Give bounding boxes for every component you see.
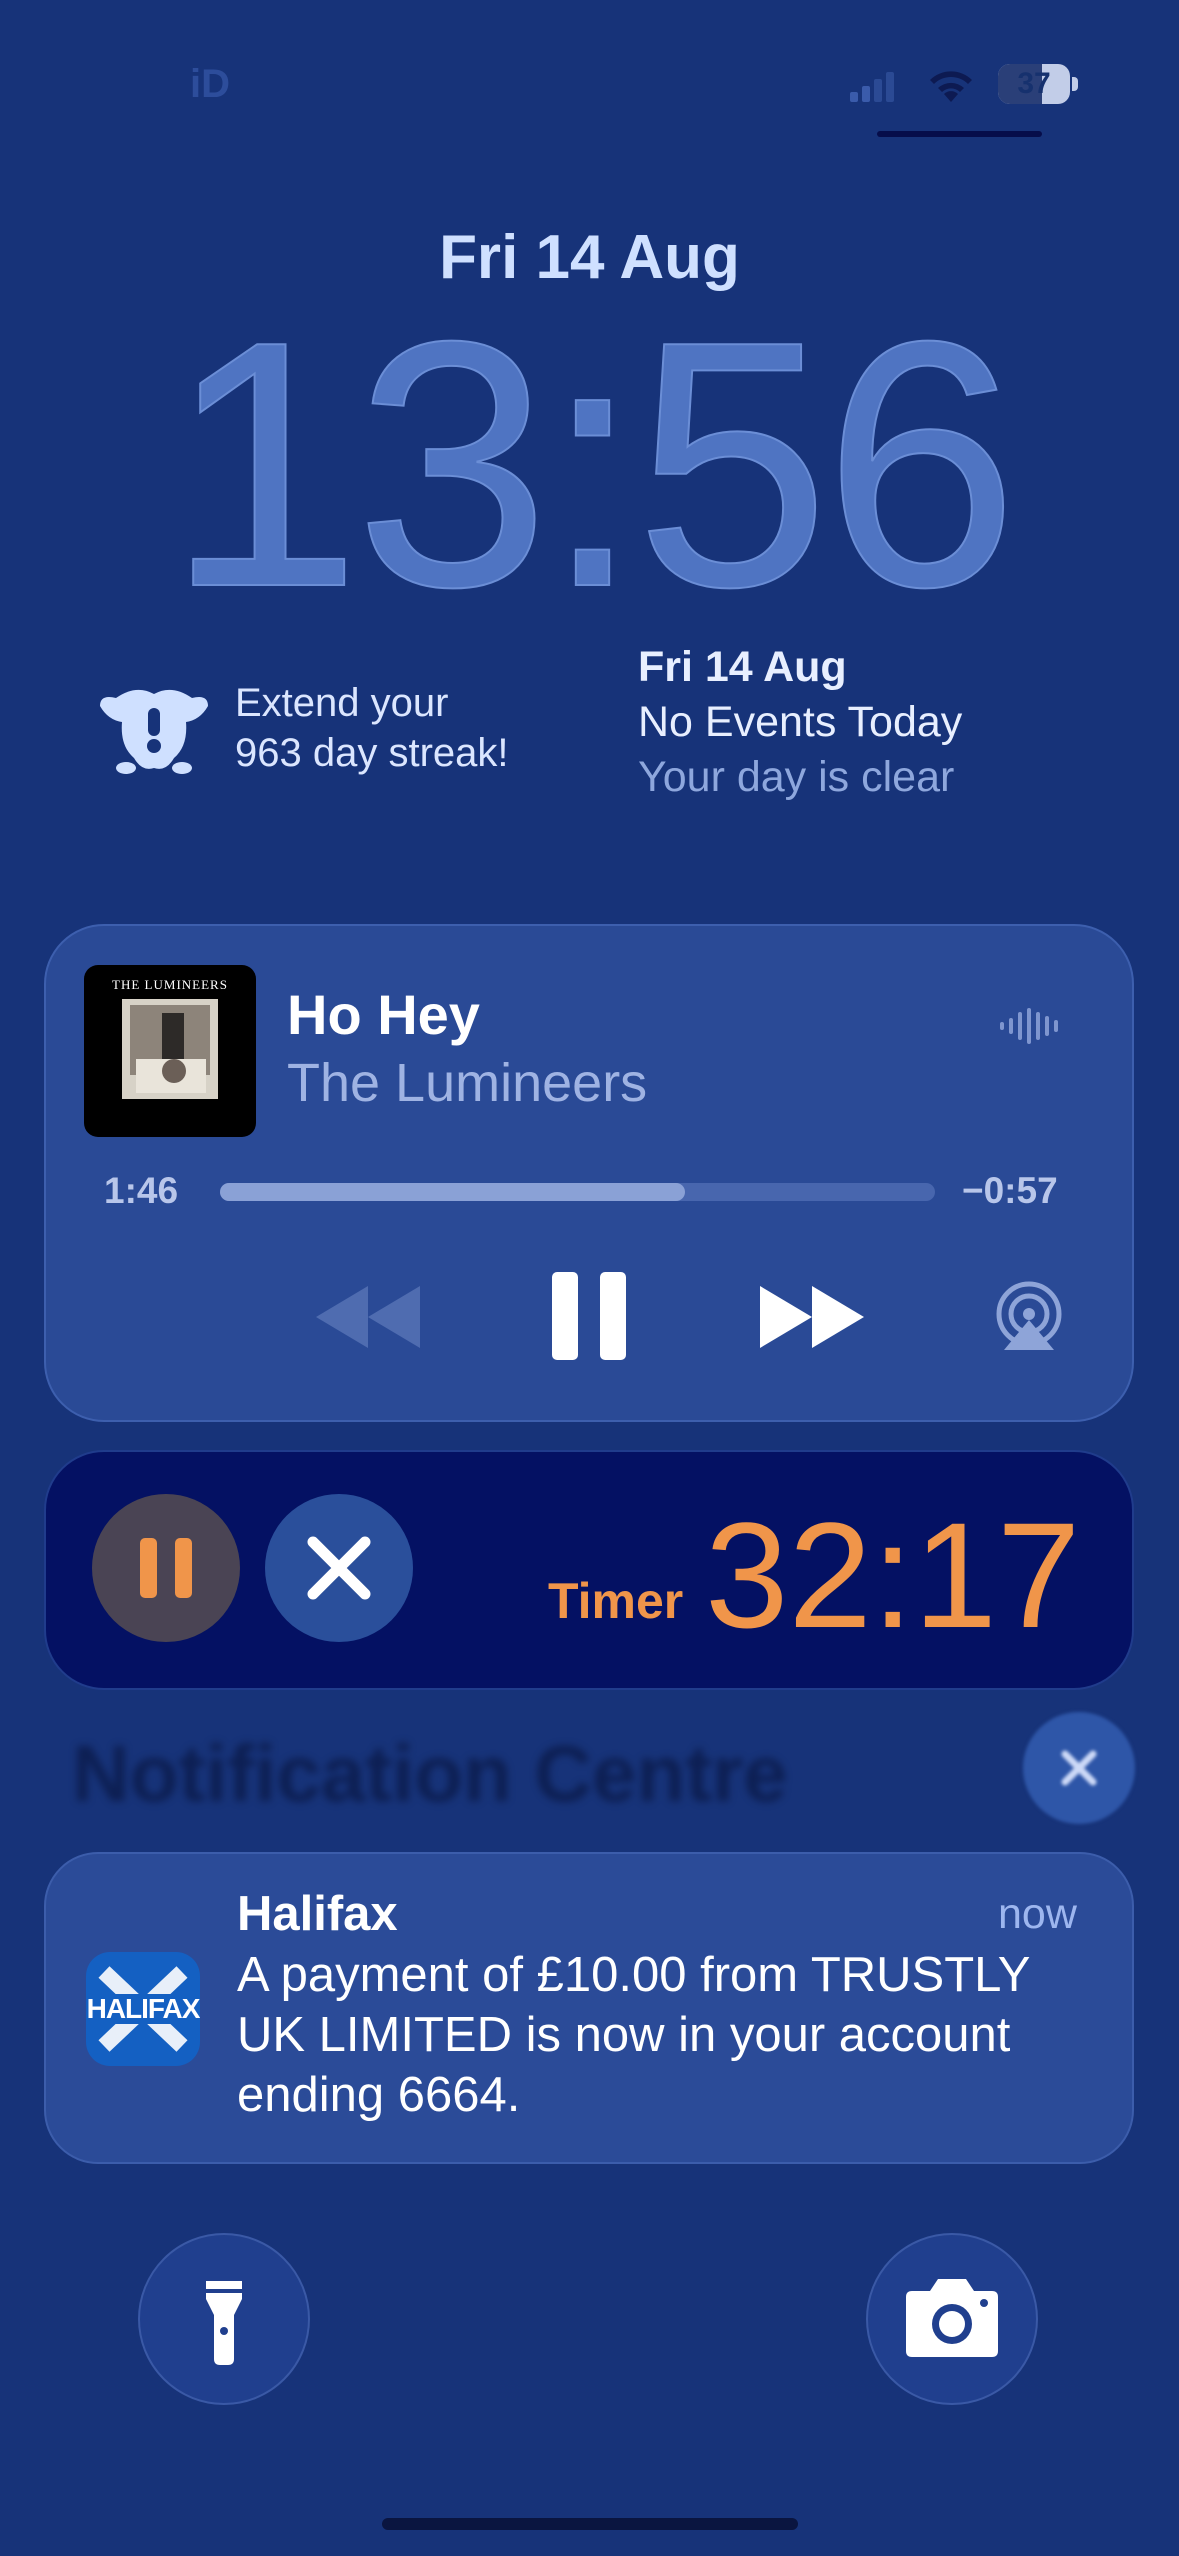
- playback-scrubber[interactable]: [220, 1183, 935, 1201]
- streak-widget[interactable]: Extend your 963 day streak!: [235, 678, 509, 778]
- calendar-date: Fri 14 Aug: [638, 643, 847, 691]
- remaining-time: −0:57: [962, 1170, 1058, 1211]
- calendar-widget[interactable]: Fri 14 Aug No Events Today Your day is c…: [638, 640, 962, 805]
- flashlight-button[interactable]: [138, 2233, 310, 2405]
- close-icon: [1061, 1750, 1097, 1786]
- album-art[interactable]: THE LUMINEERS: [84, 965, 256, 1137]
- halifax-icon-text: HALIFAX: [86, 1993, 200, 2024]
- airplay-icon[interactable]: [990, 1262, 1068, 1372]
- calendar-note: Your day is clear: [638, 753, 955, 801]
- waveform-icon: [1000, 1008, 1058, 1044]
- battery-percent: 37: [1017, 67, 1051, 100]
- notification-app-name: Halifax: [237, 1887, 398, 1941]
- timer-pause-icon: [140, 1538, 192, 1598]
- status-indicator-line: [877, 131, 1042, 137]
- home-indicator[interactable]: [382, 2518, 798, 2530]
- notification-body: A payment of £10.00 from TRUSTLY UK LIMI…: [237, 1948, 1030, 2122]
- lock-clock: 13:56: [166, 269, 1020, 660]
- streak-mascot-icon[interactable]: [96, 676, 212, 776]
- timer-label: Timer: [548, 1573, 684, 1629]
- notification-centre-clear-button[interactable]: [1023, 1712, 1135, 1824]
- signal-icon: [850, 72, 894, 102]
- album-art-photo: [122, 999, 218, 1099]
- streak-line-1: Extend your: [235, 681, 449, 725]
- wifi-icon: [930, 71, 972, 102]
- song-title: Ho Hey: [287, 983, 480, 1046]
- halifax-app-icon: HALIFAX: [86, 1952, 200, 2066]
- flashlight-icon: [206, 2281, 242, 2365]
- notification-time: now: [998, 1890, 1077, 1938]
- calendar-events: No Events Today: [638, 698, 963, 746]
- album-art-title: THE LUMINEERS: [112, 977, 228, 992]
- elapsed-time: 1:46: [104, 1170, 179, 1211]
- notification-centre-title: Notification Centre: [72, 1729, 788, 1818]
- streak-line-2: 963 day streak!: [235, 731, 509, 775]
- close-icon: [307, 1536, 371, 1600]
- artist-name: The Lumineers: [287, 1053, 648, 1113]
- battery-icon: 37: [998, 64, 1078, 104]
- pause-icon[interactable]: [548, 1262, 632, 1372]
- camera-icon: [906, 2279, 998, 2357]
- fast-forward-icon[interactable]: [756, 1262, 868, 1372]
- rewind-icon[interactable]: [312, 1262, 424, 1372]
- camera-button[interactable]: [866, 2233, 1038, 2405]
- timer-countdown: 32:17: [705, 1491, 1081, 1659]
- timer-pause-button[interactable]: [92, 1494, 240, 1642]
- playback-progress: [220, 1183, 685, 1201]
- timer-cancel-button[interactable]: [265, 1494, 413, 1642]
- status-carrier: iD: [190, 62, 230, 106]
